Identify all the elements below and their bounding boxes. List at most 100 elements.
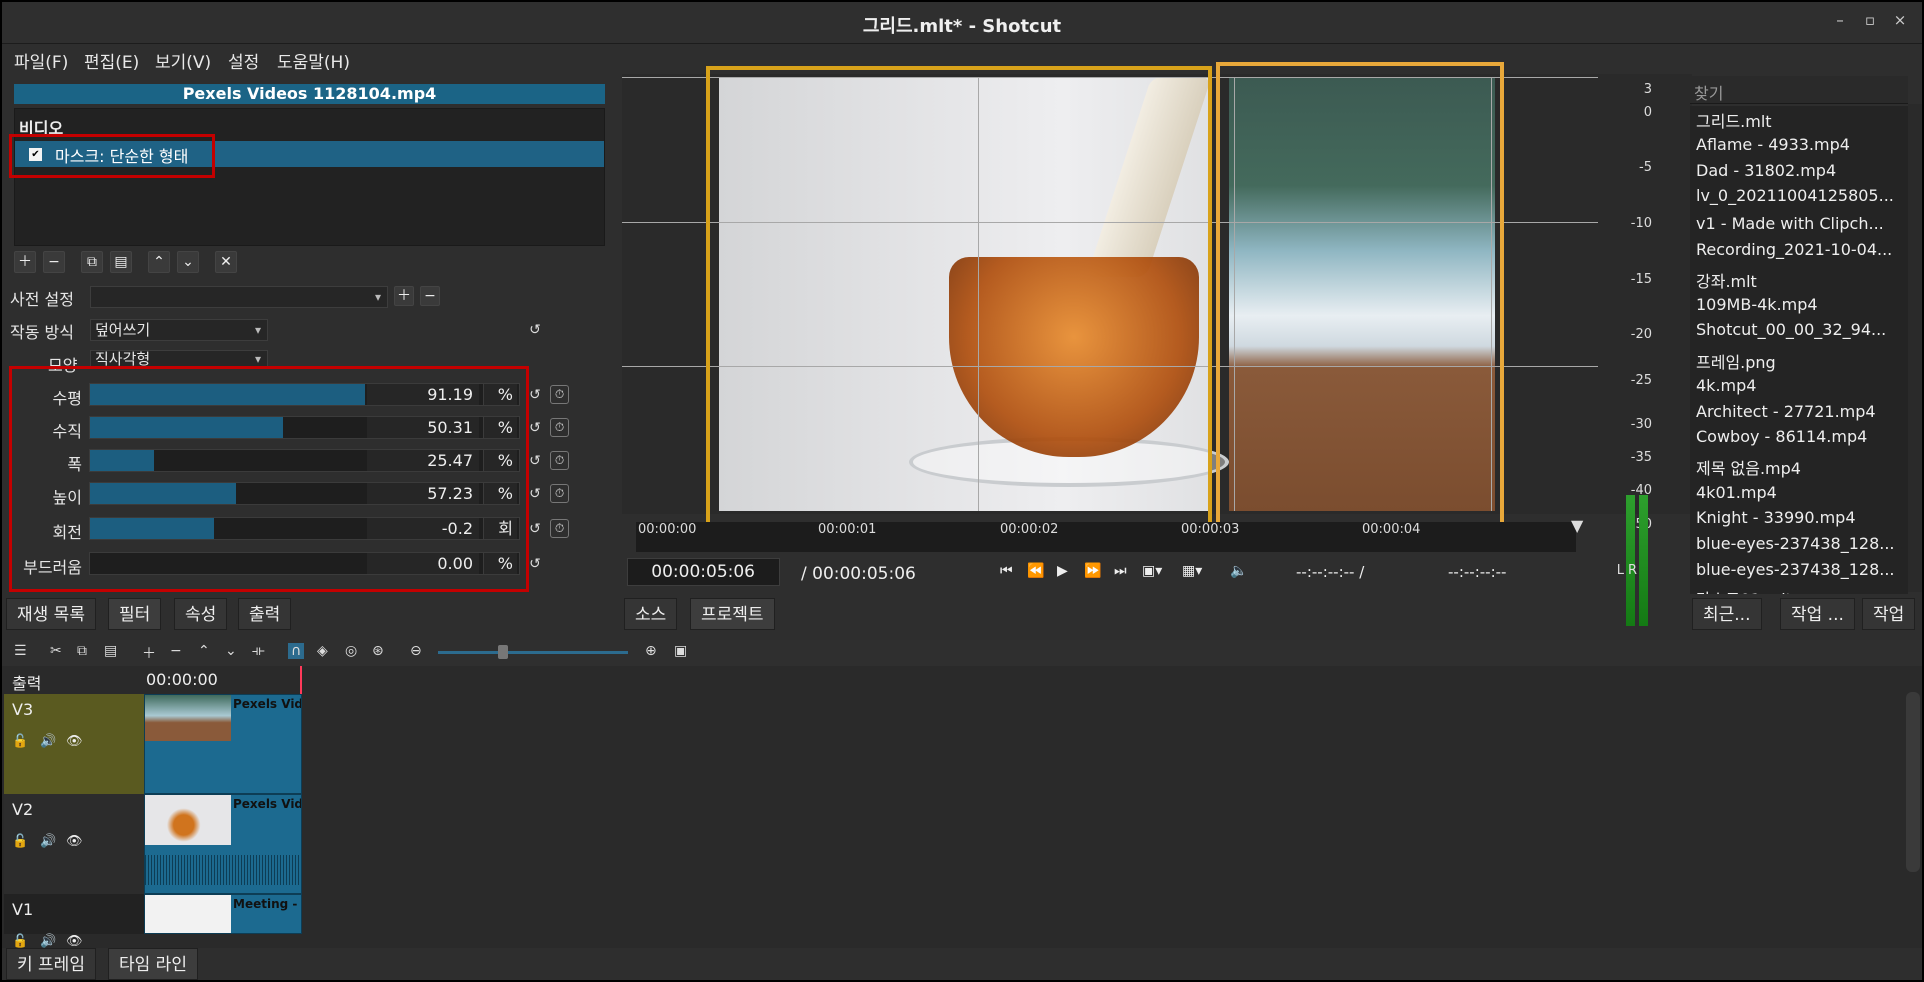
tab-properties[interactable]: 속성 [174,598,228,630]
zoom-slider-handle[interactable] [498,645,508,659]
append-icon[interactable]: ＋ [142,643,156,663]
list-item[interactable]: Shotcut_00_00_32_94... [1696,320,1902,339]
list-item[interactable]: 강좌.mlt [1696,268,1902,292]
deselect-icon[interactable]: ✕ [215,251,237,273]
volume-icon[interactable]: 🔈 [1230,563,1247,579]
list-item[interactable]: 마스크01.mlt [1696,586,1902,594]
list-item[interactable]: Aflame - 4933.mp4 [1696,135,1902,154]
eye-icon[interactable]: 👁 [66,934,83,949]
mute-icon[interactable]: 🔊 [40,934,56,949]
split-icon[interactable]: ⟛ [252,643,265,659]
list-item[interactable]: 프레임.png [1696,349,1902,373]
zoom-fit-icon[interactable]: ▣ [674,643,687,659]
recent-search-input[interactable]: 찾기 [1690,76,1908,104]
eye-icon[interactable]: 👁 [66,734,83,749]
scrub-icon[interactable]: ◈ [317,643,328,659]
list-item[interactable]: 4k01.mp4 [1696,483,1902,502]
tab-export[interactable]: 출력 [238,598,292,630]
zoom-out-icon[interactable]: ⊖ [410,643,422,659]
move-up-icon[interactable]: ⌃ [148,251,170,273]
zoom-slider[interactable] [438,651,628,654]
keyframe-stopwatch-icon[interactable]: ⏱ [550,451,569,470]
paste-icon[interactable]: ▤ [104,643,117,659]
overwrite-icon[interactable]: ⌄ [225,643,237,659]
move-down-icon[interactable]: ⌄ [177,251,199,273]
lock-icon[interactable]: 🔓 [12,834,28,849]
list-item[interactable]: blue-eyes-237438_128... [1696,534,1902,553]
minimize-button[interactable]: – [1830,11,1850,29]
list-item[interactable]: 그리드.mlt [1696,108,1902,132]
menu-view[interactable]: 보기(V) [155,48,211,73]
list-item[interactable]: 4k.mp4 [1696,376,1902,395]
add-filter-icon[interactable]: ＋ [14,251,36,273]
mute-icon[interactable]: 🔊 [40,734,56,749]
timeline-clip-v3[interactable]: Pexels Vide [144,694,302,794]
add-preset-icon[interactable]: ＋ [394,286,414,306]
list-item[interactable]: Dad - 31802.mp4 [1696,161,1902,180]
reset-operation-icon[interactable]: ↺ [525,320,545,340]
preset-combo[interactable] [90,286,388,308]
grid-toggle-icon[interactable]: ▦▾ [1182,563,1202,579]
lift-icon[interactable]: ⌃ [198,643,210,659]
list-item[interactable]: lv_0_20211004125805... [1696,186,1902,205]
tab-filters[interactable]: 필터 [108,598,162,630]
tab-jobs-2[interactable]: 작업 [1862,598,1916,630]
restore-button[interactable]: ▫ [1860,11,1880,29]
tab-source[interactable]: 소스 [624,598,678,630]
cut-icon[interactable]: ✂ [50,643,62,659]
playhead-icon[interactable]: ▼ [1571,516,1583,535]
menu-help[interactable]: 도움말(H) [277,48,350,73]
list-item[interactable]: 제목 없음.mp4 [1696,455,1902,479]
zoom-in-icon[interactable]: ⊕ [645,643,657,659]
list-item[interactable]: Architect - 27721.mp4 [1696,402,1902,421]
fast-forward-icon[interactable]: ⏩ [1084,563,1101,579]
timeline-clip-v2[interactable]: Pexels Vide [144,794,302,894]
paste-filter-icon[interactable]: ▤ [110,251,132,273]
keyframe-stopwatch-icon[interactable]: ⏱ [550,519,569,538]
ripple-all-icon[interactable]: ⊛ [372,643,384,659]
tab-project[interactable]: 프로젝트 [690,598,775,630]
close-button[interactable]: × [1890,11,1910,29]
skip-start-icon[interactable]: ⏮ [1000,563,1013,579]
rewind-icon[interactable]: ⏪ [1027,563,1044,579]
operation-combo[interactable]: 덮어쓰기 [90,319,268,341]
list-item[interactable]: blue-eyes-237438_128... [1696,560,1902,579]
list-item[interactable]: v1 - Made with Clipch... [1696,214,1902,233]
zoom-icon[interactable]: ▣▾ [1142,563,1162,579]
snap-icon[interactable]: ∩ [288,643,305,659]
remove-preset-icon[interactable]: − [420,286,440,306]
timeline-scrollbar[interactable] [1906,692,1920,872]
ripple-delete-icon[interactable]: − [170,643,182,659]
mute-icon[interactable]: 🔊 [40,834,56,849]
recent-list[interactable]: 그리드.mlt Aflame - 4933.mp4 Dad - 31802.mp… [1690,106,1908,594]
tab-jobs[interactable]: 작업 ... [1780,598,1855,630]
tab-timeline[interactable]: 타임 라인 [108,948,198,980]
keyframe-stopwatch-icon[interactable]: ⏱ [550,418,569,437]
menu-file[interactable]: 파일(F) [14,48,68,73]
skip-end-icon[interactable]: ⏭ [1114,563,1127,579]
tab-recent[interactable]: 최근... [1692,598,1762,630]
list-item[interactable]: Knight - 33990.mp4 [1696,508,1902,527]
list-item[interactable]: Recording_2021-10-04... [1696,240,1902,259]
menu-edit[interactable]: 편집(E) [84,48,139,73]
keyframe-stopwatch-icon[interactable]: ⏱ [550,385,569,404]
list-item[interactable]: Cowboy - 86114.mp4 [1696,427,1902,446]
menu-icon[interactable]: ☰ [14,643,27,659]
recent-scrollbar[interactable] [1908,104,1922,592]
keyframe-stopwatch-icon[interactable]: ⏱ [550,484,569,503]
copy-icon[interactable]: ⧉ [77,643,87,659]
tab-playlist[interactable]: 재생 목록 [6,598,96,630]
ripple-icon[interactable]: ◎ [345,643,357,659]
tab-keyframes[interactable]: 키 프레임 [6,948,96,980]
play-icon[interactable]: ▶ [1057,563,1068,579]
lock-icon[interactable]: 🔓 [12,934,28,949]
viewer-ruler[interactable]: 00:00:00 00:00:01 00:00:02 00:00:03 00:0… [636,516,1583,552]
remove-filter-icon[interactable]: − [43,251,65,273]
list-item[interactable]: 109MB-4k.mp4 [1696,295,1902,314]
menu-settings[interactable]: 설정 [228,48,259,73]
eye-icon[interactable]: 👁 [66,834,83,849]
copy-filter-icon[interactable]: ⧉ [81,251,103,273]
current-timecode[interactable]: 00:00:05:06 [627,558,780,586]
timeline-clip-v1[interactable]: Meeting - 2 [144,894,302,934]
lock-icon[interactable]: 🔓 [12,734,28,749]
